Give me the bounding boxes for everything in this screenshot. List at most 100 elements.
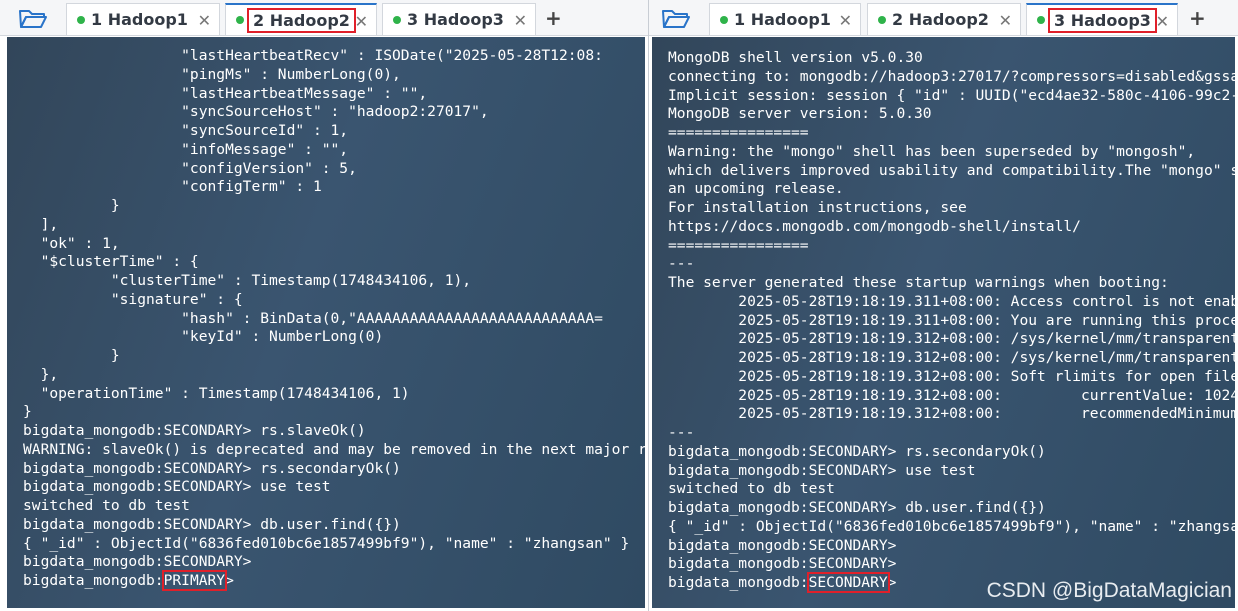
terminal-line: bigdata_mongodb:SECONDARY> use test (668, 461, 976, 479)
prompt-prefix: bigdata_mongodb: (23, 572, 164, 589)
terminal-line: MongoDB shell version v5.0.30 (668, 49, 923, 66)
new-tab-plus-icon[interactable]: + (545, 6, 562, 30)
terminal-text: "lastHeartbeatRecv" : ISODate("2025-05-2… (23, 47, 648, 591)
replica-state-label: SECONDARY (806, 572, 890, 593)
terminal-line: "ok" : 1, (23, 234, 120, 252)
tab-label: 1 Hadoop1 (734, 10, 831, 29)
status-dot-icon (236, 16, 244, 24)
terminal-line: ================ (668, 236, 809, 254)
terminal-line: --- (668, 255, 695, 273)
terminal-line: bigdata_mongodb:SECONDARY> use test (23, 478, 331, 496)
terminal-line: "infoMessage" : "", (23, 140, 349, 158)
terminal-line: switched to db test (668, 480, 835, 498)
terminal-line: bigdata_mongodb:SECONDARY> rs.secondaryO… (23, 459, 401, 477)
tab-label: 3 Hadoop3 (407, 10, 504, 29)
terminal-line: WARNING: slaveOk() is deprecated and may… (23, 440, 648, 458)
terminal-line: "lastHeartbeatRecv" : ISODate("2025-05-2… (23, 47, 603, 64)
new-tab-plus-icon[interactable]: + (1189, 6, 1206, 30)
terminal-line: "$clusterTime" : { (23, 253, 199, 271)
terminal-line: bigdata_mongodb:SECONDARY> (23, 553, 252, 571)
terminal-line: The server generated these startup warni… (668, 274, 1169, 291)
close-icon[interactable]: ✕ (839, 11, 852, 30)
tab-bar: 1 Hadoop1 ✕ 2 Hadoop2 ✕ 3 Hadoop3 ✕ + (0, 0, 648, 36)
close-icon[interactable]: ✕ (198, 11, 211, 30)
prompt-suffix: > (225, 572, 234, 589)
replica-state-label: PRIMARY (161, 570, 228, 591)
tab-hadoop2[interactable]: 2 Hadoop2 ✕ (225, 3, 377, 35)
terminal-line: which delivers improved usability and co… (668, 161, 1238, 179)
terminal-line: bigdata_mongodb:SECONDARY> (668, 536, 897, 554)
terminal-line: "keyId" : NumberLong(0) (23, 328, 384, 346)
terminal-line: For installation instructions, see (668, 199, 967, 216)
terminal-line: MongoDB server version: 5.0.30 (668, 105, 932, 123)
terminal-line: an upcoming release. (668, 180, 844, 198)
tab-hadoop1[interactable]: 1 Hadoop1 ✕ (66, 3, 220, 35)
watermark: CSDN @BigDataMagician (986, 579, 1232, 602)
terminal-line: "signature" : { (23, 290, 243, 308)
tab-hadoop3[interactable]: 3 Hadoop3 ✕ (382, 3, 536, 35)
terminal-line: { "_id" : ObjectId("6836fed010bc6e185749… (668, 517, 1238, 535)
terminal-line: bigdata_mongodb:SECONDARY> rs.slaveOk() (23, 422, 366, 439)
terminal-line: "configVersion" : 5, (23, 159, 357, 177)
status-dot-icon (720, 15, 728, 24)
terminal-line: Implicit session: session { "id" : UUID(… (668, 86, 1238, 104)
terminal-line: "lastHeartbeatMessage" : "", (23, 84, 428, 102)
terminal-line: 2025-05-28T19:18:19.312+08:00: /sys/kern… (668, 349, 1238, 366)
tab-label: 1 Hadoop1 (91, 10, 188, 29)
status-dot-icon (1037, 16, 1045, 24)
terminal-line: "configTerm" : 1 (23, 178, 322, 196)
right-pane: 1 Hadoop1 ✕ 2 Hadoop2 ✕ 3 Hadoop3 ✕ + Mo… (648, 0, 1238, 611)
terminal-line: bigdata_mongodb:SECONDARY> db.user.find(… (668, 499, 1046, 516)
terminal-line: } (23, 347, 120, 364)
tab-label: 2 Hadoop2 (247, 7, 356, 33)
close-icon[interactable]: ✕ (514, 11, 527, 30)
terminal-line: "syncSourceId" : 1, (23, 122, 349, 139)
tab-label: 3 Hadoop3 (1048, 7, 1157, 33)
status-dot-icon (393, 15, 401, 24)
terminal-line: switched to db test (23, 497, 190, 514)
terminal-line: 2025-05-28T19:18:19.312+08:00: recommend… (668, 405, 1238, 423)
terminal-line: }, (23, 365, 59, 383)
terminal-text: MongoDB shell version v5.0.30 connecting … (668, 49, 1238, 593)
close-icon[interactable]: ✕ (1156, 12, 1169, 31)
close-icon[interactable]: ✕ (355, 12, 368, 31)
terminal-output[interactable]: MongoDB shell version v5.0.30 connecting … (649, 37, 1238, 611)
tab-hadoop3[interactable]: 3 Hadoop3 ✕ (1026, 3, 1178, 35)
terminal-line: --- (668, 424, 695, 441)
terminal-line: bigdata_mongodb:SECONDARY> (668, 555, 897, 573)
terminal-line: "pingMs" : NumberLong(0), (23, 65, 401, 83)
terminal-line: 2025-05-28T19:18:19.312+08:00: currentVa… (668, 386, 1238, 404)
terminal-line: ], (23, 215, 59, 233)
left-pane: 1 Hadoop1 ✕ 2 Hadoop2 ✕ 3 Hadoop3 ✕ + "l… (0, 0, 648, 611)
open-folder-icon[interactable] (661, 6, 691, 30)
terminal-line: 2025-05-28T19:18:19.311+08:00: You are r… (668, 311, 1238, 329)
terminal-line: 2025-05-28T19:18:19.312+08:00: Soft rlim… (668, 367, 1238, 385)
terminal-prompt-line: bigdata_mongodb:PRIMARY> (23, 570, 645, 591)
terminal-line: "clusterTime" : Timestamp(1748434106, 1)… (23, 272, 472, 289)
terminal-line: Warning: the "mongo" shell has been supe… (668, 142, 1196, 160)
tab-bar: 1 Hadoop1 ✕ 2 Hadoop2 ✕ 3 Hadoop3 ✕ + (649, 0, 1238, 36)
tab-label: 2 Hadoop2 (892, 10, 989, 29)
terminal-line: connecting to: mongodb://hadoop3:27017/?… (668, 67, 1238, 85)
terminal-output[interactable]: "lastHeartbeatRecv" : ISODate("2025-05-2… (4, 37, 648, 611)
prompt-prefix: bigdata_mongodb: (668, 574, 809, 591)
open-folder-icon[interactable] (18, 6, 48, 30)
close-icon[interactable]: ✕ (999, 11, 1012, 30)
terminal-line: bigdata_mongodb:SECONDARY> rs.secondaryO… (668, 442, 1046, 460)
terminal-line: https://docs.mongodb.com/mongodb-shell/i… (668, 217, 1081, 235)
terminal-line: bigdata_mongodb:SECONDARY> db.user.find(… (23, 515, 401, 533)
terminal-line: "operationTime" : Timestamp(1748434106, … (23, 384, 410, 402)
terminal-line: { "_id" : ObjectId("6836fed010bc6e185749… (23, 534, 630, 552)
terminal-line: "syncSourceHost" : "hadoop2:27017", (23, 103, 489, 121)
status-dot-icon (878, 15, 886, 24)
prompt-suffix: > (887, 574, 897, 591)
terminal-line: } (23, 197, 120, 214)
terminal-line: 2025-05-28T19:18:19.311+08:00: Access co… (668, 292, 1238, 310)
terminal-line: "hash" : BinData(0,"AAAAAAAAAAAAAAAAAAAA… (23, 309, 603, 327)
tab-hadoop2[interactable]: 2 Hadoop2 ✕ (867, 3, 1021, 35)
status-dot-icon (77, 15, 85, 24)
terminal-line: ================ (668, 124, 809, 141)
tab-hadoop1[interactable]: 1 Hadoop1 ✕ (709, 3, 861, 35)
terminal-line: } (23, 403, 32, 421)
terminal-line: 2025-05-28T19:18:19.312+08:00: /sys/kern… (668, 330, 1238, 348)
